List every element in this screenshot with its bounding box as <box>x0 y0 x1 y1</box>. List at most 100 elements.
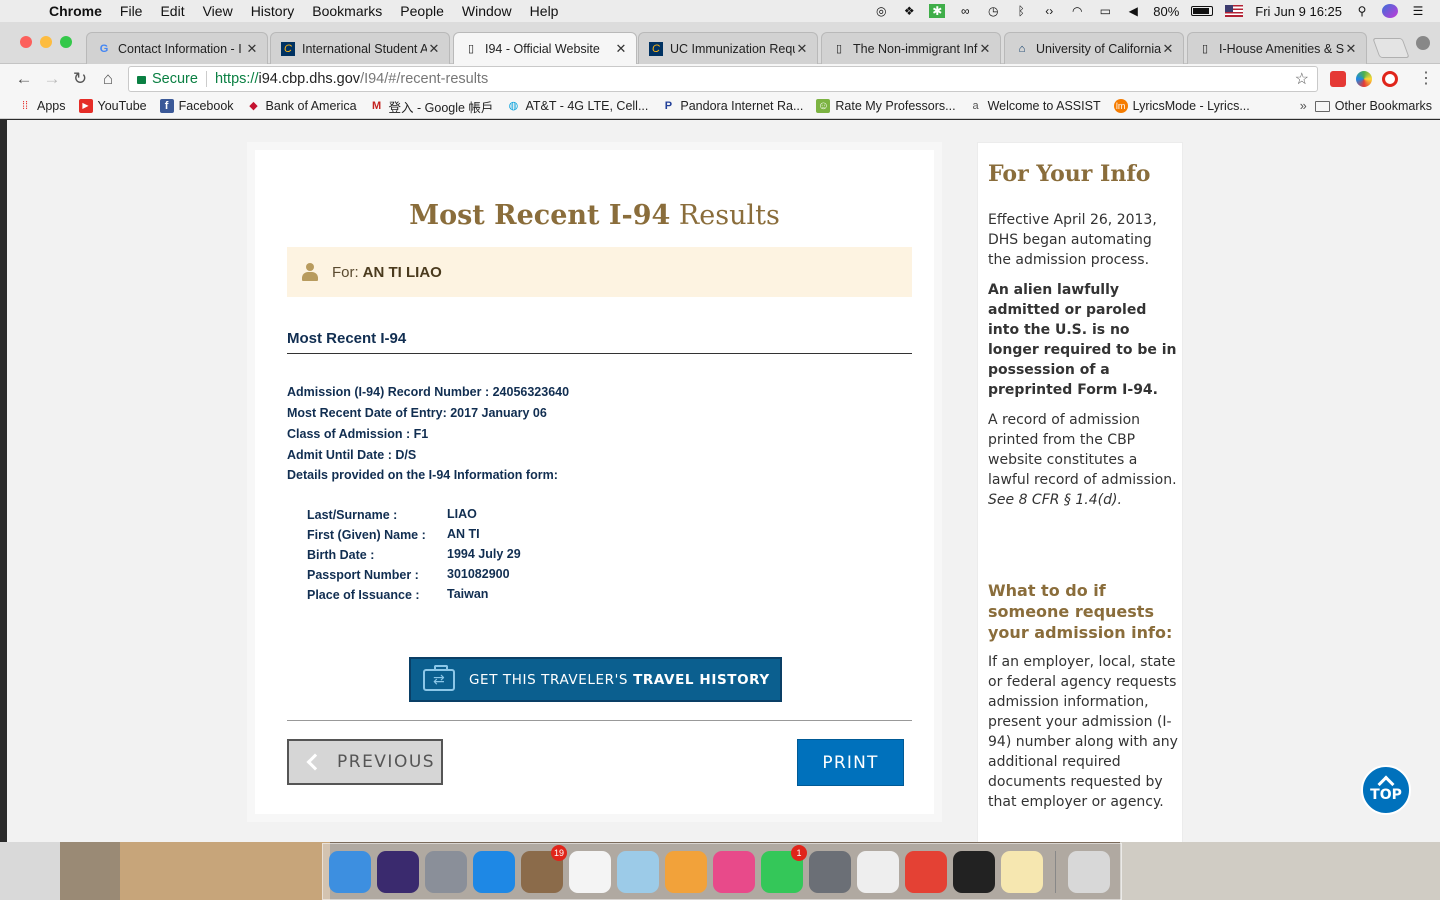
close-tab-icon[interactable]: ✕ <box>1344 41 1358 57</box>
close-tab-icon[interactable]: ✕ <box>1161 41 1175 57</box>
menu-view[interactable]: View <box>194 3 242 19</box>
back-to-top-button[interactable]: TOP <box>1361 765 1411 815</box>
creative-cloud-icon[interactable]: ∞ <box>957 4 973 18</box>
reminders-icon[interactable] <box>569 850 611 893</box>
textedit-icon[interactable] <box>1001 850 1043 893</box>
notification-center-icon[interactable]: ☰ <box>1410 4 1426 18</box>
print-button[interactable]: PRINT <box>797 739 904 786</box>
att-icon: ◍ <box>508 100 519 112</box>
bookmark-star-icon[interactable]: ☆ <box>1295 69 1309 89</box>
red-bookmark-extension-icon[interactable] <box>1330 71 1346 87</box>
dropbox-icon[interactable]: ❖ <box>901 4 917 18</box>
profile-icon[interactable] <box>1416 36 1430 50</box>
opera-extension-icon[interactable] <box>1382 71 1398 87</box>
acrobat-icon[interactable] <box>953 850 995 893</box>
close-tab-icon[interactable]: ✕ <box>978 41 992 57</box>
assist-icon: a <box>972 100 979 112</box>
volume-icon[interactable]: ◀ <box>1125 4 1141 18</box>
spotlight-search-icon[interactable]: ⚲ <box>1354 4 1370 18</box>
facebook-icon: f <box>159 99 174 113</box>
siri-icon[interactable] <box>377 850 419 893</box>
menu-bookmarks[interactable]: Bookmarks <box>303 3 391 19</box>
tab-uc-immunization[interactable]: C UC Immunization Requ ✕ <box>638 32 818 64</box>
airplay-icon[interactable]: ▭ <box>1097 4 1113 18</box>
tab-i-house-amenities[interactable]: ▯ I-House Amenities & S ✕ <box>1187 32 1367 64</box>
menu-file[interactable]: File <box>111 3 152 19</box>
bookmark-apps[interactable]: ⁞⁞ Apps <box>18 99 66 113</box>
sketch-app-icon[interactable] <box>857 850 899 893</box>
reload-icon[interactable]: ↻ <box>66 69 94 89</box>
bookmark-pandora[interactable]: P Pandora Internet Ra... <box>661 99 804 113</box>
bookmark-assist[interactable]: a Welcome to ASSIST <box>969 99 1101 113</box>
bookmark-bank-of-america[interactable]: ◆ Bank of America <box>247 99 357 113</box>
lyricsmode-icon: lm <box>1113 99 1128 113</box>
bookmark-lyricsmode[interactable]: lm LyricsMode - Lyrics... <box>1113 99 1250 113</box>
chrome-icon[interactable] <box>905 850 947 893</box>
time-machine-icon[interactable]: ◷ <box>985 4 1001 18</box>
info-sidebar: For Your Info Effective April 26, 2013, … <box>977 142 1183 842</box>
close-tab-icon[interactable]: ✕ <box>614 41 628 57</box>
close-tab-icon[interactable]: ✕ <box>795 41 809 57</box>
facetime-icon[interactable]: 1 <box>761 844 807 893</box>
wifi-icon[interactable]: ◠ <box>1069 4 1085 18</box>
minimize-window-icon[interactable] <box>40 36 52 48</box>
sidebar-paragraph-2: An alien lawfully admitted or paroled in… <box>988 282 1177 398</box>
battery-icon[interactable] <box>1191 6 1214 16</box>
mail-icon[interactable]: 19 <box>521 844 567 893</box>
bookmark-rate-my-professors[interactable]: ☺ Rate My Professors... <box>816 99 956 113</box>
zoom-window-icon[interactable] <box>60 36 72 48</box>
system-preferences-icon[interactable] <box>809 850 851 893</box>
forward-arrow-icon[interactable]: → <box>38 69 66 89</box>
launchpad-icon[interactable] <box>425 850 467 893</box>
menu-window[interactable]: Window <box>453 3 521 19</box>
bluetooth-icon[interactable]: ᛒ <box>1013 4 1029 18</box>
bookmark-google-account[interactable]: M 登入 - Google 帳戶 <box>370 97 494 116</box>
tab-international-student[interactable]: C International Student A ✕ <box>270 32 450 64</box>
address-bar[interactable]: Secure https://i94.cbp.dhs.gov/I94/#/rec… <box>128 66 1318 92</box>
menubar-clock[interactable]: Fri Jun 9 16:25 <box>1255 4 1342 19</box>
colorful-check-extension-icon[interactable] <box>1356 71 1372 87</box>
trash-icon[interactable] <box>1068 850 1110 893</box>
siri-menubar-icon[interactable] <box>1382 4 1398 18</box>
bookmark-label: 登入 - Google 帳戶 <box>388 100 494 115</box>
surname-value: LIAO <box>447 507 477 521</box>
chrome-menu-icon[interactable]: ⋮ <box>1418 68 1434 88</box>
back-arrow-icon[interactable]: ← <box>10 69 38 89</box>
close-tab-icon[interactable]: ✕ <box>245 41 259 57</box>
close-window-icon[interactable] <box>20 36 32 48</box>
new-tab-button[interactable] <box>1372 38 1410 58</box>
menu-history[interactable]: History <box>242 3 304 19</box>
bookmark-youtube[interactable]: ▶ YouTube <box>78 99 147 113</box>
menu-app-name[interactable]: Chrome <box>40 3 111 19</box>
safari-icon[interactable] <box>473 850 515 893</box>
close-tab-icon[interactable]: ✕ <box>427 41 441 57</box>
previous-button[interactable]: PREVIOUS <box>287 739 443 785</box>
status-circle-icon[interactable]: ◎ <box>873 4 889 18</box>
bookmarks-overflow-icon[interactable]: » <box>1300 99 1307 113</box>
other-bookmarks[interactable]: Other Bookmarks <box>1314 99 1432 113</box>
menu-help[interactable]: Help <box>521 3 568 19</box>
green-app-icon[interactable]: ✱ <box>929 4 946 18</box>
us-flag-input-icon[interactable] <box>1225 5 1244 17</box>
code-brackets-icon[interactable]: ‹› <box>1041 4 1057 18</box>
bookmark-facebook[interactable]: f Facebook <box>159 99 234 113</box>
bookmark-label: YouTube <box>97 99 147 113</box>
tab-university-of-california[interactable]: ⌂ University of California ✕ <box>1004 32 1184 64</box>
tab-i94-official[interactable]: ▯ I94 - Official Website ✕ <box>453 32 637 65</box>
photos-icon[interactable] <box>665 850 707 893</box>
surname-label: Last/Surname : <box>307 508 398 522</box>
travel-btn-pre: GET THIS TRAVELER'S <box>469 671 629 688</box>
page-icon: ▯ <box>835 42 843 55</box>
tab-contact-information[interactable]: G Contact Information - I ✕ <box>86 32 268 64</box>
menu-people[interactable]: People <box>391 3 453 19</box>
tab-non-immigrant-info[interactable]: ▯ The Non-immigrant Inf ✕ <box>821 32 1001 64</box>
itunes-icon[interactable] <box>713 850 755 893</box>
travel-history-button[interactable]: GET THIS TRAVELER'STRAVEL HISTORY <box>409 657 782 702</box>
preview-icon[interactable] <box>617 850 659 893</box>
bookmark-label: Bank of America <box>265 99 357 113</box>
bookmark-att[interactable]: ◍ AT&T - 4G LTE, Cell... <box>506 99 649 113</box>
finder-icon[interactable] <box>329 850 371 893</box>
home-button-icon[interactable]: ⌂ <box>94 69 122 89</box>
bookmark-label: Apps <box>37 99 66 113</box>
menu-edit[interactable]: Edit <box>151 3 193 19</box>
